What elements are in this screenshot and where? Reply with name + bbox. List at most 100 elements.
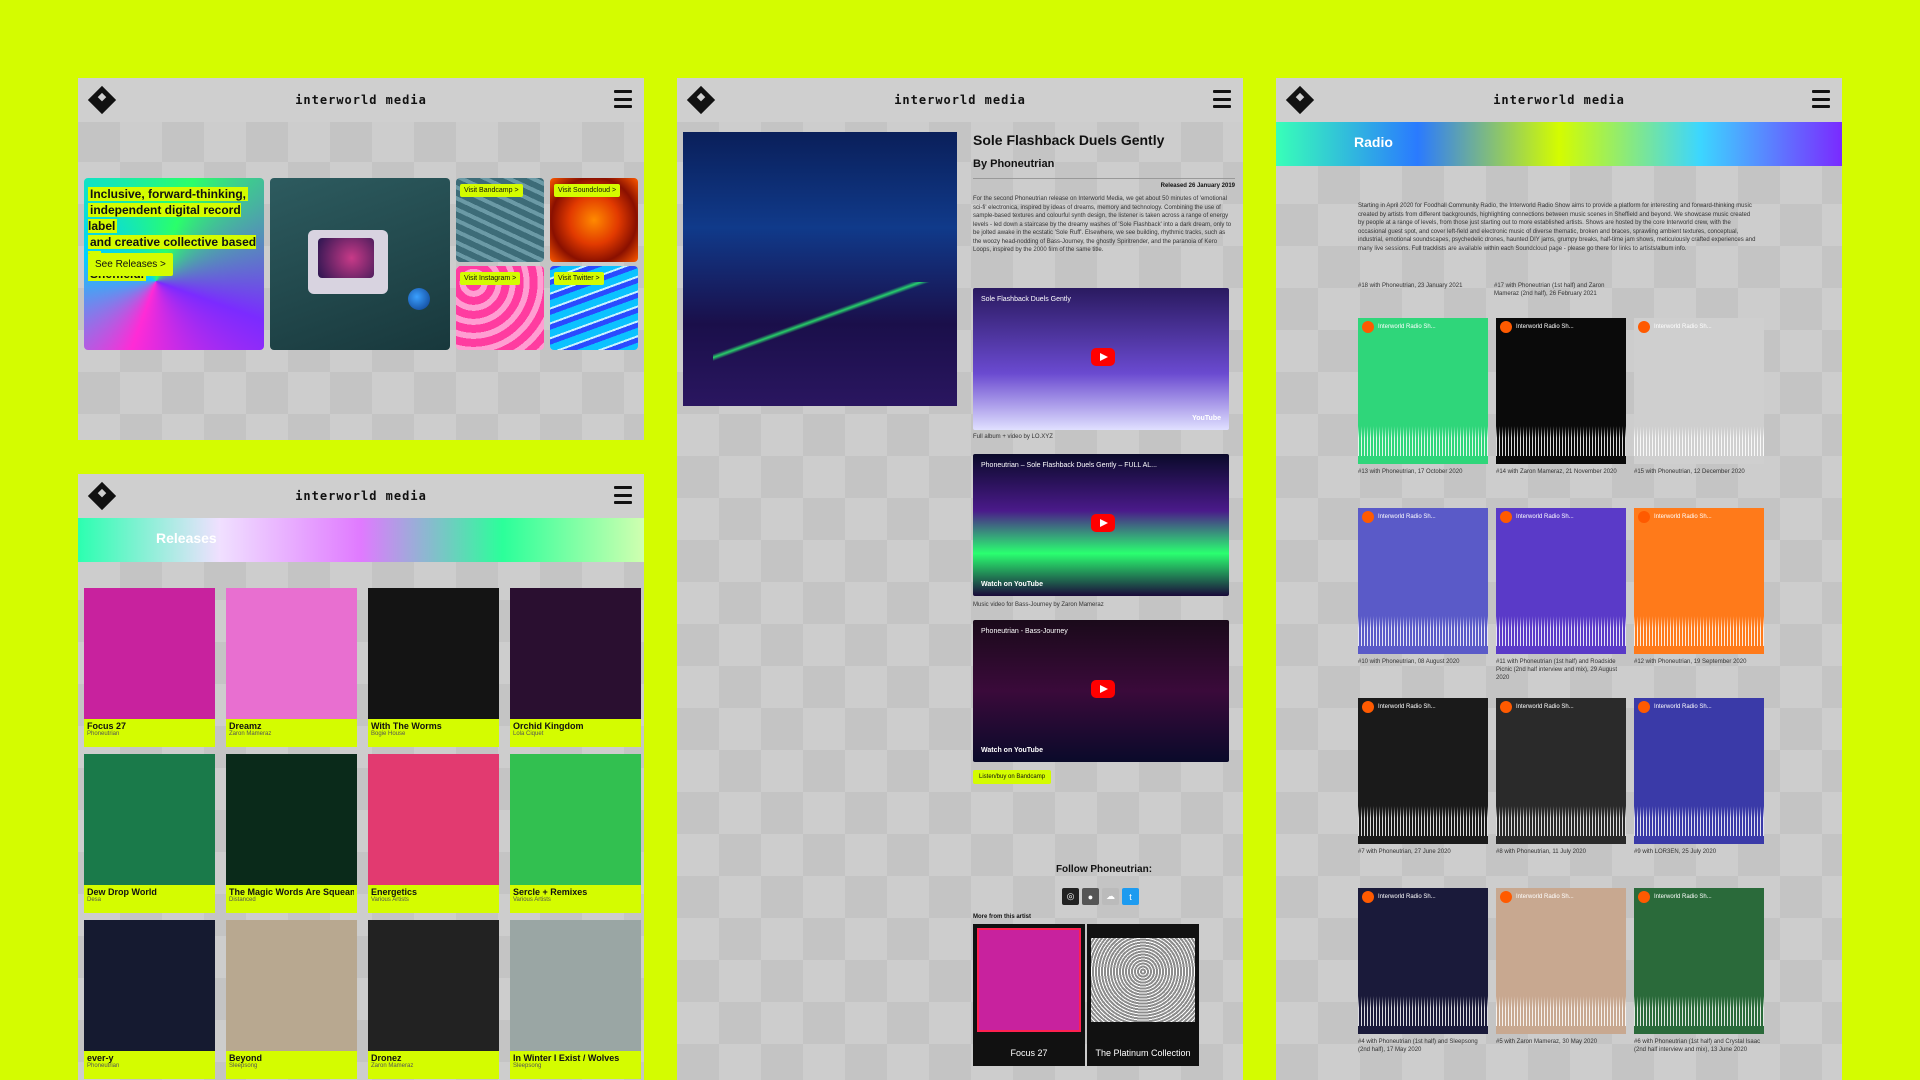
release-card[interactable]: Sercle + Remixes Various Artists: [510, 754, 641, 913]
menu-icon[interactable]: [614, 486, 632, 504]
menu-icon[interactable]: [1213, 90, 1231, 108]
release-card[interactable]: Energetics Various Artists: [368, 754, 499, 913]
video-embed[interactable]: Phoneutrian - Bass-Journey Watch on YouT…: [973, 620, 1229, 762]
logo-icon[interactable]: [1285, 85, 1315, 115]
release-artist: Bogie House: [371, 731, 406, 737]
cover-art: [368, 920, 499, 1051]
youtube-link[interactable]: Watch on YouTube: [981, 581, 1043, 588]
play-icon[interactable]: [1362, 511, 1374, 523]
brand-name: interworld media: [894, 93, 1026, 107]
release-card[interactable]: Focus 27 Phoneutrian: [84, 588, 215, 747]
radio-episode[interactable]: Interworld Radio Sh... #9 with LOR3EN, 25…: [1634, 698, 1764, 856]
waveform[interactable]: [1358, 806, 1488, 836]
episode-embed[interactable]: Interworld Radio Sh...: [1496, 508, 1626, 654]
play-icon[interactable]: [1091, 348, 1115, 366]
twitter-icon[interactable]: t: [1122, 888, 1139, 905]
release-card[interactable]: Orchid Kingdom Lola Ciquet: [510, 588, 641, 747]
radio-episode[interactable]: Interworld Radio Sh... #4 with Phoneutria…: [1358, 888, 1488, 1054]
radio-episode[interactable]: Interworld Radio Sh... #8 with Phoneutria…: [1496, 698, 1626, 856]
play-icon[interactable]: [1500, 321, 1512, 333]
episode-embed[interactable]: Interworld Radio Sh...: [1496, 698, 1626, 844]
release-card[interactable]: With The Worms Bogie House: [368, 588, 499, 747]
menu-icon[interactable]: [1812, 90, 1830, 108]
release-title: Focus 27: [87, 721, 127, 731]
waveform[interactable]: [1634, 616, 1764, 646]
vinyl-icon[interactable]: ●: [1082, 888, 1099, 905]
release-card[interactable]: In Winter I Exist / Wolves Sleepsong: [510, 920, 641, 1079]
radio-episode[interactable]: Interworld Radio Sh... #13 with Phoneutri…: [1358, 318, 1488, 476]
play-icon[interactable]: [1638, 701, 1650, 713]
logo-icon[interactable]: [686, 85, 716, 115]
radio-episode[interactable]: Interworld Radio Sh... #11 with Phoneutri…: [1496, 508, 1626, 682]
play-icon[interactable]: [1638, 891, 1650, 903]
episode-embed[interactable]: Interworld Radio Sh...: [1496, 318, 1626, 464]
play-icon[interactable]: [1500, 511, 1512, 523]
twitter-tile[interactable]: Visit Twitter >: [550, 266, 638, 350]
play-icon[interactable]: [1638, 511, 1650, 523]
radio-episode[interactable]: Interworld Radio Sh... #14 with Zaron Mam…: [1496, 318, 1626, 476]
release-card[interactable]: Dreamz Zaron Mameraz: [226, 588, 357, 747]
play-icon[interactable]: [1362, 321, 1374, 333]
waveform[interactable]: [1496, 616, 1626, 646]
play-icon[interactable]: [1638, 321, 1650, 333]
more-release-card[interactable]: Focus 27: [973, 924, 1085, 1066]
logo-icon[interactable]: [87, 481, 117, 511]
waveform[interactable]: [1634, 806, 1764, 836]
play-icon[interactable]: [1362, 891, 1374, 903]
episode-embed[interactable]: Interworld Radio Sh...: [1358, 508, 1488, 654]
radio-episode[interactable]: Interworld Radio Sh... #6 with Phoneutria…: [1634, 888, 1764, 1054]
episode-embed[interactable]: Interworld Radio Sh...: [1496, 888, 1626, 1034]
release-card[interactable]: The Magic Words Are Squeamish OssifrageD…: [226, 754, 357, 913]
release-caption: Energetics Various Artists: [368, 885, 499, 913]
waveform[interactable]: [1496, 426, 1626, 456]
logo-icon[interactable]: [87, 85, 117, 115]
visit-instagram-button[interactable]: Visit Instagram >: [460, 272, 521, 285]
see-releases-button[interactable]: See Releases >: [88, 253, 173, 276]
menu-icon[interactable]: [614, 90, 632, 108]
instagram-tile[interactable]: Visit Instagram >: [456, 266, 544, 350]
radio-episode[interactable]: Interworld Radio Sh... #5 with Zaron Mame…: [1496, 888, 1626, 1046]
episode-embed[interactable]: Interworld Radio Sh...: [1634, 318, 1764, 464]
video-embed[interactable]: Phoneutrian – Sole Flashback Duels Gentl…: [973, 454, 1229, 596]
video-title: Phoneutrian – Sole Flashback Duels Gentl…: [981, 462, 1158, 469]
video-embed[interactable]: Sole Flashback Duels Gently YouTube: [973, 288, 1229, 430]
waveform[interactable]: [1358, 616, 1488, 646]
episode-embed[interactable]: Interworld Radio Sh...: [1634, 888, 1764, 1034]
play-icon[interactable]: [1362, 701, 1374, 713]
waveform[interactable]: [1358, 426, 1488, 456]
waveform[interactable]: [1358, 996, 1488, 1026]
episode-embed[interactable]: Interworld Radio Sh...: [1634, 508, 1764, 654]
play-icon[interactable]: [1500, 891, 1512, 903]
release-card[interactable]: ever-y Phoneutrian: [84, 920, 215, 1079]
episode-title: Interworld Radio Sh...: [1516, 514, 1574, 520]
tagline-line: independent digital record label: [88, 203, 241, 233]
play-icon[interactable]: [1500, 701, 1512, 713]
release-card[interactable]: Dronez Zaron Mameraz: [368, 920, 499, 1079]
radio-episode[interactable]: Interworld Radio Sh... #12 with Phoneutri…: [1634, 508, 1764, 666]
bandcamp-tile[interactable]: Visit Bandcamp >: [456, 178, 544, 262]
bandcamp-link[interactable]: Listen/buy on Bandcamp: [973, 770, 1052, 784]
release-card[interactable]: Dew Drop World Desa: [84, 754, 215, 913]
waveform[interactable]: [1634, 426, 1764, 456]
soundcloud-tile[interactable]: Visit Soundcloud >: [550, 178, 638, 262]
radio-episode[interactable]: Interworld Radio Sh... #15 with Phoneutri…: [1634, 318, 1764, 476]
waveform[interactable]: [1496, 806, 1626, 836]
waveform[interactable]: [1634, 996, 1764, 1026]
visit-twitter-button[interactable]: Visit Twitter >: [554, 272, 604, 285]
play-icon[interactable]: [1091, 514, 1115, 532]
more-release-card[interactable]: The Platinum Collection: [1087, 924, 1199, 1066]
youtube-link[interactable]: Watch on YouTube: [981, 747, 1043, 754]
waveform[interactable]: [1496, 996, 1626, 1026]
play-icon[interactable]: [1091, 680, 1115, 698]
episode-embed[interactable]: Interworld Radio Sh...: [1358, 888, 1488, 1034]
visit-bandcamp-button[interactable]: Visit Bandcamp >: [460, 184, 523, 197]
instagram-icon[interactable]: ◎: [1062, 888, 1079, 905]
visit-soundcloud-button[interactable]: Visit Soundcloud >: [554, 184, 621, 197]
radio-episode[interactable]: Interworld Radio Sh... #7 with Phoneutria…: [1358, 698, 1488, 856]
episode-embed[interactable]: Interworld Radio Sh...: [1634, 698, 1764, 844]
radio-episode[interactable]: Interworld Radio Sh... #10 with Phoneutri…: [1358, 508, 1488, 666]
episode-embed[interactable]: Interworld Radio Sh...: [1358, 318, 1488, 464]
soundcloud-icon[interactable]: ☁: [1102, 888, 1119, 905]
episode-embed[interactable]: Interworld Radio Sh...: [1358, 698, 1488, 844]
release-card[interactable]: Beyond Sleepsong: [226, 920, 357, 1079]
